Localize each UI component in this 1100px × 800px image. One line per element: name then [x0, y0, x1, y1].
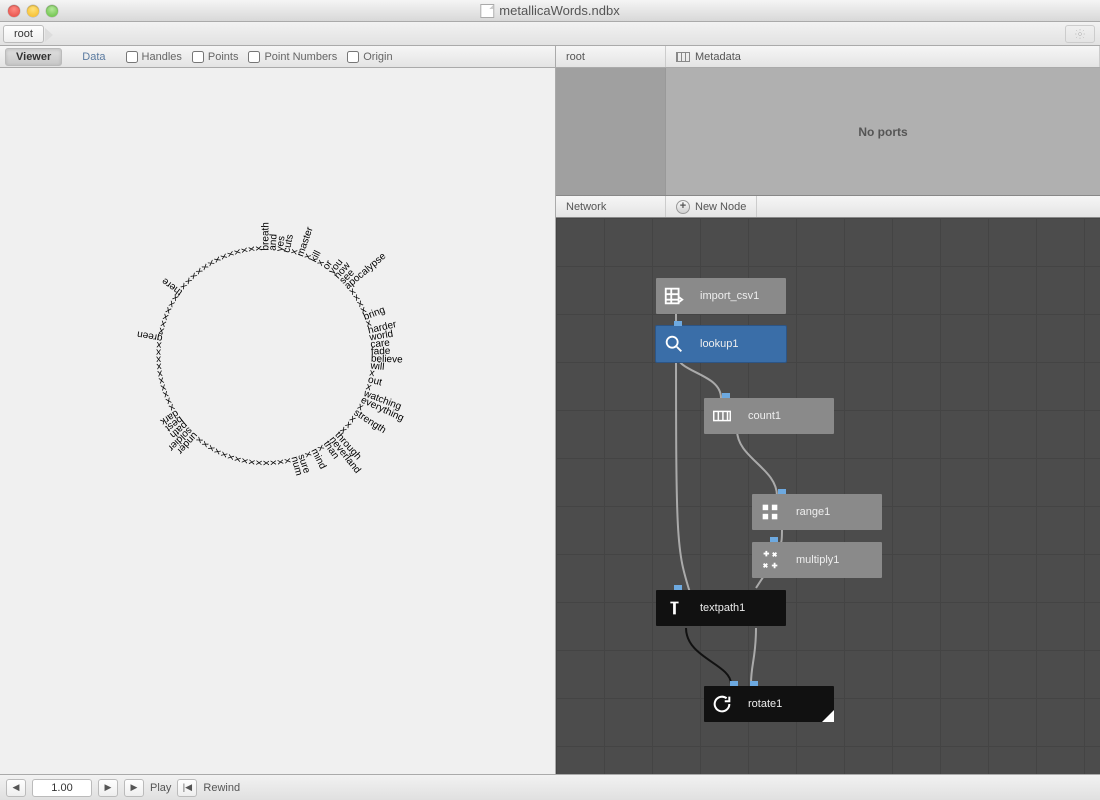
frame-back-button[interactable]: ◀ [6, 779, 26, 797]
node-rotate[interactable]: rotate1 [704, 686, 834, 722]
minimize-icon[interactable] [27, 5, 39, 17]
playback-bar: ◀ 1.00 ▶ ▶ Play |◀ Rewind [0, 774, 1100, 800]
document-icon [480, 4, 494, 18]
no-ports-label: No ports [666, 68, 1100, 195]
main-split: Viewer Data Handles Points Point Numbers… [0, 46, 1100, 774]
node-import-csv[interactable]: import_csv1 [656, 278, 786, 314]
math-icon [752, 542, 788, 578]
grid-icon [752, 494, 788, 530]
breadcrumb-root[interactable]: root [3, 25, 44, 43]
plus-icon: + [676, 200, 690, 214]
viewer-toolbar: Viewer Data Handles Points Point Numbers… [0, 46, 555, 68]
check-origin[interactable]: Origin [347, 51, 392, 63]
properties-body: No ports [556, 68, 1100, 196]
metadata-icon [676, 52, 690, 62]
check-handles[interactable]: Handles [126, 51, 182, 63]
play-button[interactable]: ▶ [124, 779, 144, 797]
rewind-label: Rewind [203, 782, 240, 794]
close-icon[interactable] [8, 5, 20, 17]
props-root-label[interactable]: root [556, 46, 666, 67]
breadcrumb-bar: root [0, 22, 1100, 46]
properties-toolbar: root Metadata [556, 46, 1100, 68]
node-thumbnail [556, 68, 666, 195]
tab-viewer[interactable]: Viewer [5, 48, 62, 66]
network-header: Network [556, 196, 666, 217]
radial-word: x [254, 246, 265, 252]
search-icon [656, 326, 692, 362]
left-pane: Viewer Data Handles Points Point Numbers… [0, 46, 556, 774]
check-points[interactable]: Points [192, 51, 239, 63]
tab-data[interactable]: Data [72, 49, 115, 65]
window-title: metallicaWords.ndbx [480, 3, 619, 18]
node-lookup[interactable]: lookup1 [656, 326, 786, 362]
text-icon [656, 590, 692, 626]
settings-button[interactable] [1065, 25, 1095, 43]
play-label: Play [150, 782, 171, 794]
new-node-button[interactable]: + New Node [666, 196, 757, 217]
node-textpath[interactable]: textpath1 [656, 590, 786, 626]
frame-forward-button[interactable]: ▶ [98, 779, 118, 797]
frame-field[interactable]: 1.00 [32, 779, 92, 797]
right-pane: root Metadata No ports Network + New Nod… [556, 46, 1100, 774]
rewind-button[interactable]: |◀ [177, 779, 197, 797]
render-flag-icon [822, 710, 834, 722]
node-count[interactable]: count1 [704, 398, 834, 434]
zoom-icon[interactable] [46, 5, 58, 17]
table-icon [656, 278, 692, 314]
network-toolbar: Network + New Node [556, 196, 1100, 218]
node-multiply[interactable]: multiply1 [752, 542, 882, 578]
network-canvas[interactable]: import_csv1 lookup1 count1 range1 mu [556, 218, 1100, 774]
rotate-icon [704, 686, 740, 722]
title-text: metallicaWords.ndbx [499, 3, 619, 18]
counter-icon [704, 398, 740, 434]
node-range[interactable]: range1 [752, 494, 882, 530]
gear-icon [1074, 28, 1086, 40]
check-point-numbers[interactable]: Point Numbers [248, 51, 337, 63]
titlebar: metallicaWords.ndbx [0, 0, 1100, 22]
tab-metadata[interactable]: Metadata [666, 46, 1100, 67]
viewer-canvas[interactable]: breathandyescutsxmasterxkillxoryounowsee… [0, 68, 555, 774]
window-controls [0, 5, 58, 17]
